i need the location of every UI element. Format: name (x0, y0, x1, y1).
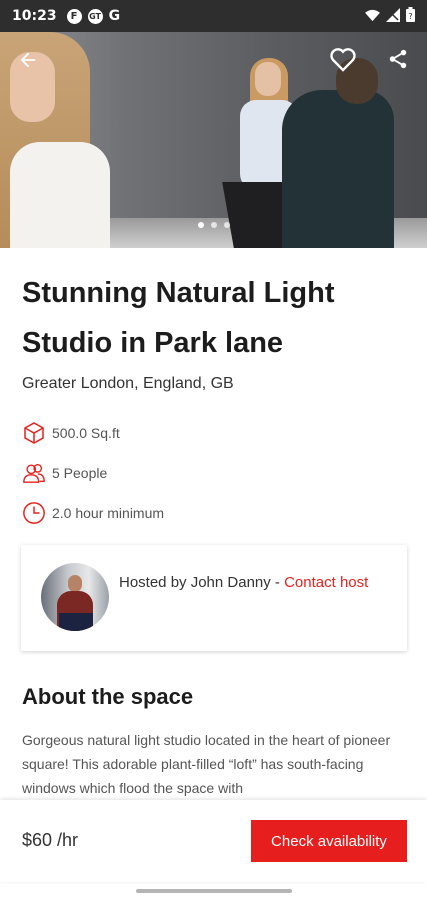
feature-minimum-text: 2.0 hour minimum (52, 505, 165, 521)
host-name-text: Hosted by John Danny - (119, 574, 285, 591)
hero-image[interactable] (0, 32, 427, 248)
listing-title: Stunning Natural Light Studio in Park la… (22, 277, 335, 359)
avatar-photo (68, 575, 82, 592)
clock-icon (22, 501, 46, 525)
status-bar: 10:23 F GT G ? (0, 0, 427, 32)
check-availability-button[interactable]: Check availability (251, 820, 407, 862)
signal-icon (386, 7, 400, 26)
photo-figure (10, 142, 110, 248)
notification-gt-icon: GT (87, 8, 103, 24)
system-icons: ? (365, 6, 415, 26)
price-label: $60 /hr (22, 830, 79, 850)
about-description: Gorgeous natural light studio located in… (22, 732, 391, 796)
feature-capacity-text: 5 People (52, 465, 108, 481)
cube-icon (22, 421, 46, 445)
avatar-photo (59, 613, 93, 631)
host-info: Hosted by John Danny - Contact host (119, 571, 389, 595)
feature-area-text: 500.0 Sq.ft (52, 425, 120, 441)
battery-icon: ? (406, 6, 415, 26)
image-pager (0, 222, 427, 228)
booking-bar: $60 /hr Check availability (0, 800, 427, 882)
wifi-icon (365, 7, 380, 26)
notification-g-icon: G (108, 8, 121, 24)
host-card: Hosted by John Danny - Contact host (21, 545, 407, 651)
feature-capacity: 5 People (22, 461, 107, 485)
pager-dot[interactable] (210, 222, 217, 228)
listing-location: Greater London, England, GB (22, 375, 234, 392)
back-button[interactable] (10, 44, 46, 80)
pager-dot[interactable] (197, 222, 204, 228)
people-icon (22, 461, 46, 485)
share-icon (387, 47, 409, 75)
contact-host-link[interactable]: Contact host (284, 574, 368, 591)
status-time: 10:23 (12, 8, 57, 24)
notification-icons: F GT G (66, 8, 121, 24)
heart-icon (329, 46, 357, 76)
favorite-button[interactable] (325, 43, 361, 79)
svg-text:?: ? (408, 12, 412, 21)
feature-area: 500.0 Sq.ft (22, 421, 120, 445)
pager-dot[interactable] (223, 222, 230, 228)
arrow-left-icon (17, 49, 39, 75)
notification-f-icon: F (66, 8, 82, 24)
avatar[interactable] (41, 563, 109, 631)
feature-minimum: 2.0 hour minimum (22, 501, 164, 525)
gesture-nav-handle[interactable] (136, 889, 292, 893)
about-heading: About the space (22, 684, 194, 709)
share-button[interactable] (380, 43, 416, 79)
photo-figure (255, 62, 281, 96)
